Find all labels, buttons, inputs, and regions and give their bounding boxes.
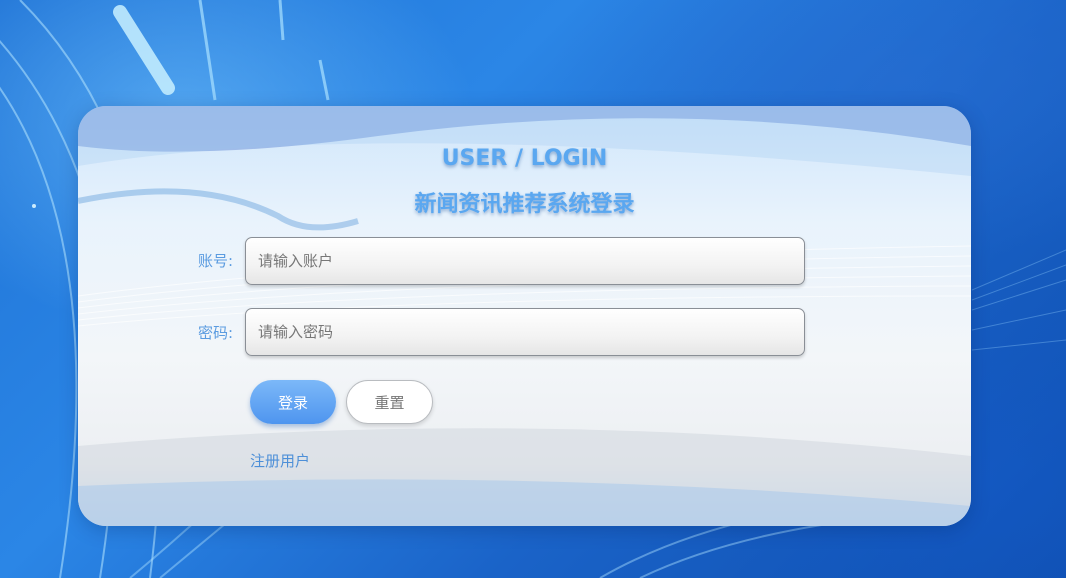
account-label: 账号: [198,252,234,270]
login-title-en: USER / LOGIN [441,146,608,171]
register-link[interactable]: 注册用户 [250,450,310,471]
password-label: 密码: [198,324,234,342]
login-card: USER / LOGIN 新闻资讯推荐系统登录 账号: 密码: 登录 重置 注册… [78,106,971,526]
password-input[interactable] [245,308,805,356]
reset-button[interactable]: 重置 [346,380,433,424]
login-button[interactable]: 登录 [250,380,336,424]
login-title-cn: 新闻资讯推荐系统登录 [414,192,635,217]
account-input[interactable] [245,237,805,285]
